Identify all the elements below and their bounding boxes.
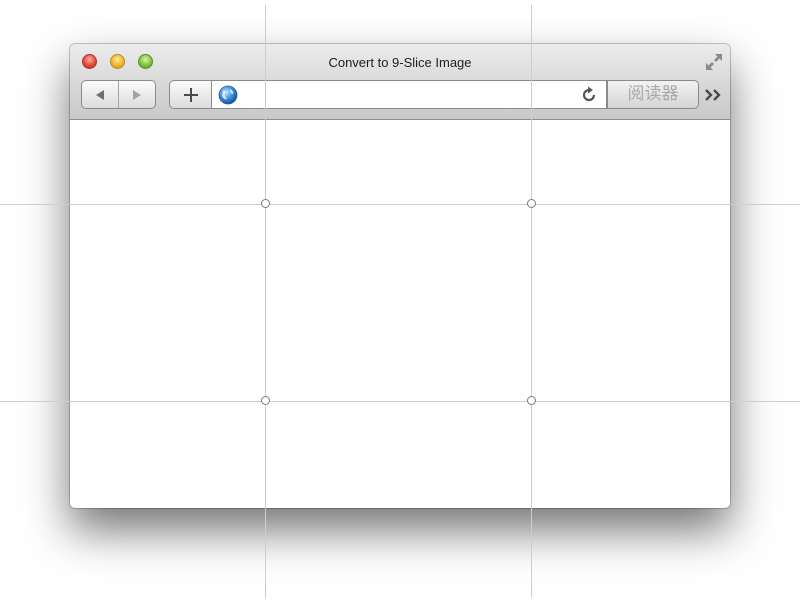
slice-handle-top-right[interactable] <box>527 199 536 208</box>
address-input[interactable] <box>242 85 576 107</box>
slice-handle-bottom-left[interactable] <box>261 396 270 405</box>
window-title: Convert to 9-Slice Image <box>328 55 472 70</box>
title-bar: Convert to 9-Slice Image 阅读器 <box>70 44 730 120</box>
browser-window: Convert to 9-Slice Image 阅读器 <box>70 44 730 508</box>
fullscreen-icon[interactable] <box>704 52 724 72</box>
slice-guide-bottom[interactable] <box>0 401 800 402</box>
forward-arrow-icon <box>133 89 141 100</box>
globe-icon <box>218 85 238 105</box>
slice-handle-bottom-right[interactable] <box>527 396 536 405</box>
slice-guide-right[interactable] <box>531 5 532 598</box>
address-bar[interactable] <box>211 80 607 109</box>
back-arrow-icon <box>96 89 104 100</box>
slice-guide-left[interactable] <box>265 5 266 598</box>
forward-button[interactable] <box>118 81 155 108</box>
toolbar-overflow-icon[interactable] <box>704 88 724 102</box>
page-content <box>70 120 730 508</box>
reload-icon[interactable] <box>580 86 598 104</box>
back-forward-group <box>81 80 156 109</box>
plus-icon <box>183 87 198 102</box>
add-bookmark-button[interactable] <box>169 80 211 109</box>
back-button[interactable] <box>82 81 118 108</box>
slice-guide-top[interactable] <box>0 204 800 205</box>
reader-button[interactable]: 阅读器 <box>607 80 699 109</box>
slice-handle-top-left[interactable] <box>261 199 270 208</box>
